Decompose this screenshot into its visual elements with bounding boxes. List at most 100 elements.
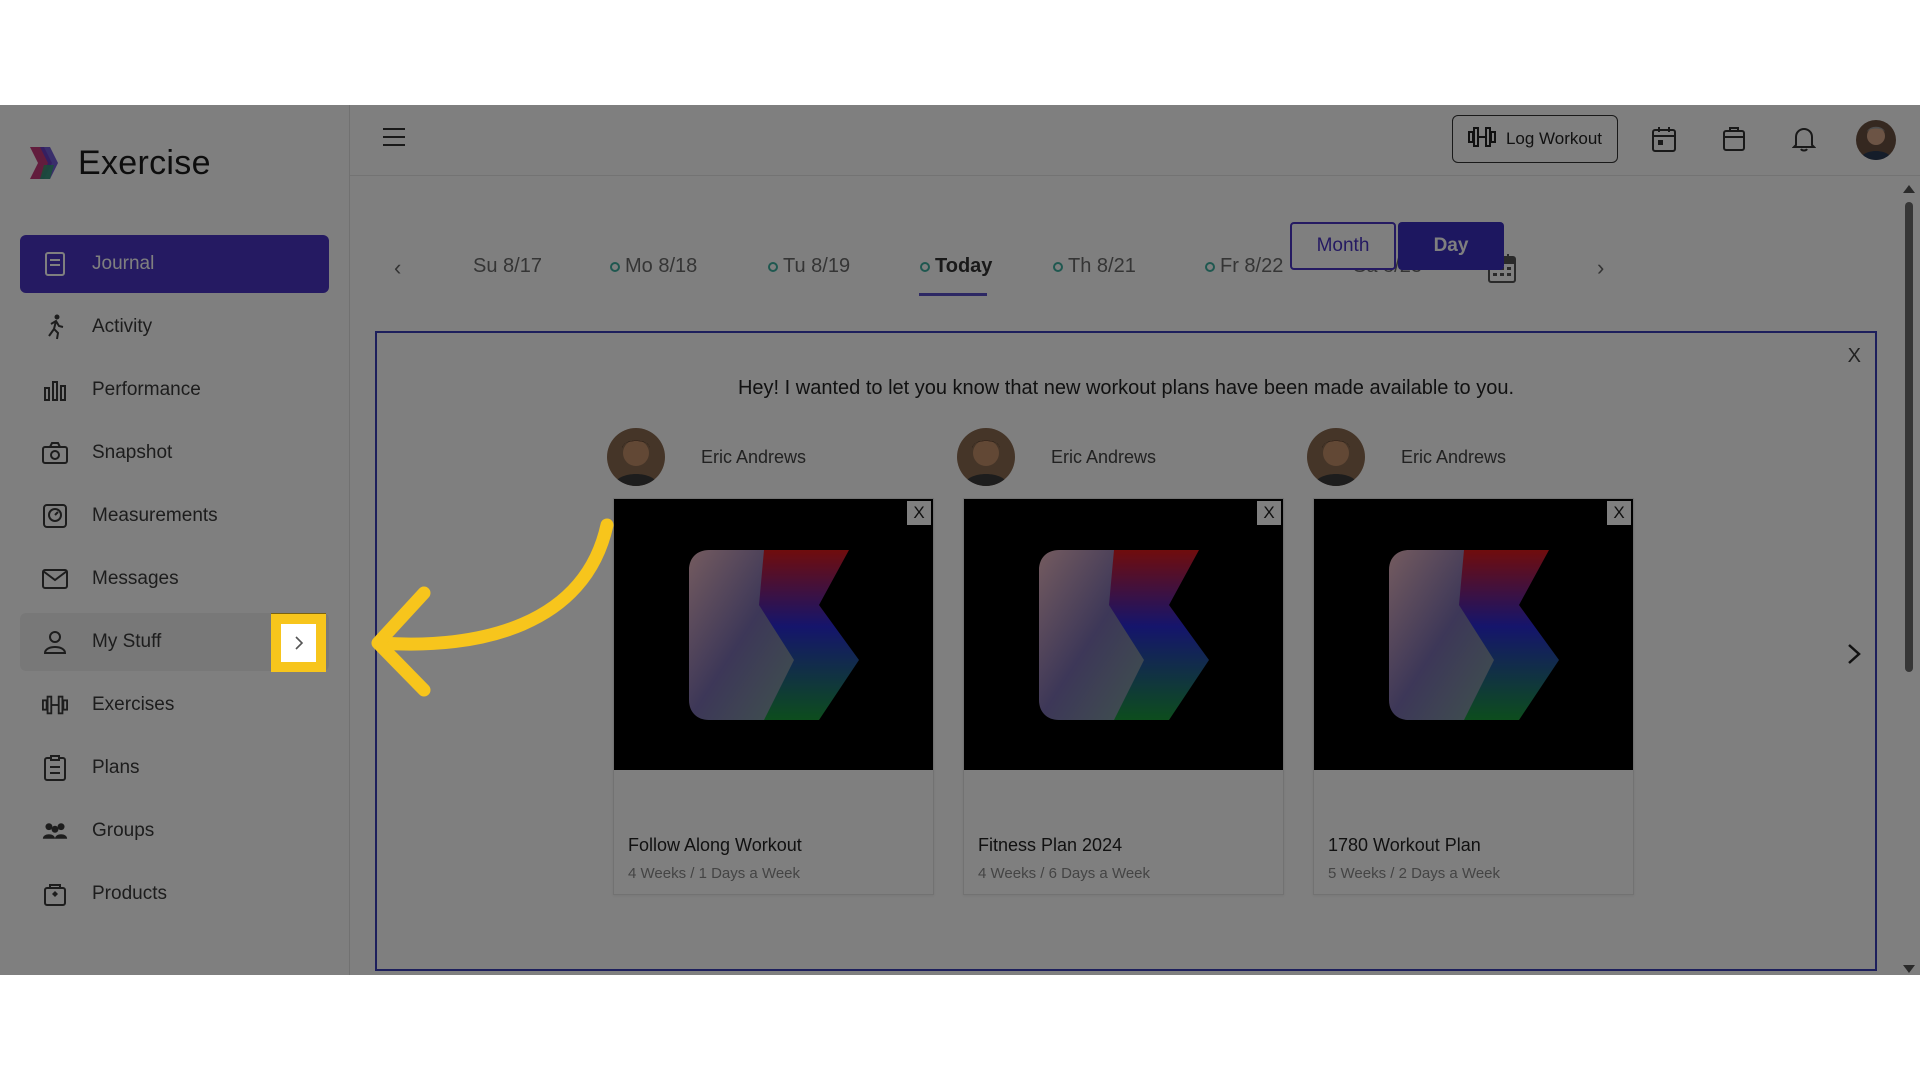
log-workout-label: Log Workout xyxy=(1506,129,1602,149)
sidebar-item-groups[interactable]: Groups xyxy=(20,802,329,860)
author: Eric Andrews xyxy=(607,428,806,486)
bell-icon[interactable] xyxy=(1790,125,1818,153)
scroll-down-icon xyxy=(1903,965,1915,973)
next-week-button[interactable]: › xyxy=(1597,255,1604,281)
date-mon[interactable]: Mo 8/18 xyxy=(610,255,697,278)
running-icon xyxy=(42,314,68,340)
author-name: Eric Andrews xyxy=(701,447,806,468)
group-icon xyxy=(42,818,68,844)
author-avatar xyxy=(1307,428,1365,486)
author-name: Eric Andrews xyxy=(1051,447,1156,468)
scroll-thumb[interactable] xyxy=(1905,202,1913,672)
remove-card-button[interactable]: X xyxy=(1607,501,1631,525)
plan-thumbnail: X xyxy=(614,499,933,770)
status-dot-icon xyxy=(1205,262,1215,272)
next-plans-button[interactable] xyxy=(1847,643,1861,670)
top-header: Log Workout xyxy=(350,105,1920,176)
page-scrollbar[interactable] xyxy=(1902,180,1916,975)
journal-icon xyxy=(42,251,68,277)
log-workout-button[interactable]: Log Workout xyxy=(1452,115,1618,163)
plan-card[interactable]: X Follow Along Workout 4 Weeks / 1 Days … xyxy=(613,498,934,895)
date-today[interactable]: Today xyxy=(920,255,992,278)
sidebar-item-products[interactable]: Products xyxy=(20,865,329,923)
plan-duration: 5 Weeks / 2 Days a Week xyxy=(1328,865,1500,882)
remove-card-button[interactable]: X xyxy=(907,501,931,525)
sidebar-item-label: Snapshot xyxy=(92,442,172,464)
sidebar-nav: Journal Activity Performance Snapshot xyxy=(20,235,329,928)
sidebar-item-label: Groups xyxy=(92,820,154,842)
prev-week-button[interactable]: ‹ xyxy=(394,255,401,281)
date-label: Su 8/17 xyxy=(473,255,542,278)
sidebar-item-exercises[interactable]: Exercises xyxy=(20,676,329,734)
sidebar-item-label: My Stuff xyxy=(92,631,161,653)
date-fri[interactable]: Fr 8/22 xyxy=(1205,255,1283,278)
date-sun[interactable]: Su 8/17 xyxy=(473,255,542,278)
workout-plans-notice: X Hey! I wanted to let you know that new… xyxy=(375,331,1877,971)
sidebar-item-measurements[interactable]: Measurements xyxy=(20,487,329,545)
status-dot-icon xyxy=(920,262,930,272)
dumbbell-icon xyxy=(42,692,68,718)
close-notice-button[interactable]: X xyxy=(1848,345,1861,368)
app-window: Exercise Journal Activity Performance xyxy=(0,105,1920,975)
status-dot-icon xyxy=(610,262,620,272)
status-dot-icon xyxy=(1053,262,1063,272)
sidebar-item-label: Measurements xyxy=(92,505,218,527)
mail-icon xyxy=(42,566,68,592)
scale-icon xyxy=(42,503,68,529)
plan-title: 1780 Workout Plan xyxy=(1328,835,1481,856)
remove-card-button[interactable]: X xyxy=(1257,501,1281,525)
notice-message: Hey! I wanted to let you know that new w… xyxy=(377,377,1875,400)
bag-icon xyxy=(42,881,68,907)
sidebar-item-label: Journal xyxy=(92,253,154,275)
status-dot-icon xyxy=(768,262,778,272)
date-label: Mo 8/18 xyxy=(625,255,697,278)
author-avatar xyxy=(607,428,665,486)
chevron-right-icon xyxy=(1847,643,1861,665)
date-tue[interactable]: Tu 8/19 xyxy=(768,255,850,278)
sidebar: Exercise Journal Activity Performance xyxy=(0,105,350,975)
plan-title: Fitness Plan 2024 xyxy=(978,835,1122,856)
date-label: Th 8/21 xyxy=(1068,255,1136,278)
menu-icon[interactable] xyxy=(382,127,406,152)
brand[interactable]: Exercise xyxy=(24,143,211,183)
chevron-right-icon xyxy=(281,624,316,662)
user-icon xyxy=(42,629,68,655)
user-avatar[interactable] xyxy=(1856,120,1896,160)
highlighted-expand-button[interactable] xyxy=(271,614,326,672)
today-underline xyxy=(919,293,987,296)
sidebar-item-label: Plans xyxy=(92,757,140,779)
author-avatar xyxy=(957,428,1015,486)
author: Eric Andrews xyxy=(1307,428,1506,486)
plan-card[interactable]: X Fitness Plan 2024 4 Weeks / 6 Days a W… xyxy=(963,498,1284,895)
date-label: Fr 8/22 xyxy=(1220,255,1283,278)
plan-duration: 4 Weeks / 1 Days a Week xyxy=(628,865,800,882)
author-name: Eric Andrews xyxy=(1401,447,1506,468)
calendar-icon[interactable] xyxy=(1650,125,1678,153)
sidebar-item-activity[interactable]: Activity xyxy=(20,298,329,356)
plan-duration: 4 Weeks / 6 Days a Week xyxy=(978,865,1150,882)
camera-icon xyxy=(42,440,68,466)
sidebar-item-performance[interactable]: Performance xyxy=(20,361,329,419)
sidebar-item-label: Products xyxy=(92,883,167,905)
sidebar-item-label: Activity xyxy=(92,316,152,338)
plan-logo-icon xyxy=(689,550,859,720)
brand-logo-icon xyxy=(24,143,64,183)
store-icon[interactable] xyxy=(1720,125,1748,153)
sidebar-item-snapshot[interactable]: Snapshot xyxy=(20,424,329,482)
month-view-button[interactable]: Month xyxy=(1290,222,1396,270)
scroll-up-icon xyxy=(1903,185,1915,193)
sidebar-item-messages[interactable]: Messages xyxy=(20,550,329,608)
date-navigation: ‹ Su 8/17 Mo 8/18 Tu 8/19 Today Th 8/21 … xyxy=(350,245,1920,305)
sidebar-item-label: Messages xyxy=(92,568,179,590)
date-label: Tu 8/19 xyxy=(783,255,850,278)
sidebar-item-journal[interactable]: Journal xyxy=(20,235,329,293)
plan-thumbnail: X xyxy=(964,499,1283,770)
day-view-button[interactable]: Day xyxy=(1398,222,1504,270)
plan-card[interactable]: X 1780 Workout Plan 5 Weeks / 2 Days a W… xyxy=(1313,498,1634,895)
sidebar-item-label: Exercises xyxy=(92,694,174,716)
bar-chart-icon xyxy=(42,377,68,403)
date-thu[interactable]: Th 8/21 xyxy=(1053,255,1136,278)
plan-logo-icon xyxy=(1039,550,1209,720)
sidebar-item-plans[interactable]: Plans xyxy=(20,739,329,797)
plan-thumbnail: X xyxy=(1314,499,1633,770)
